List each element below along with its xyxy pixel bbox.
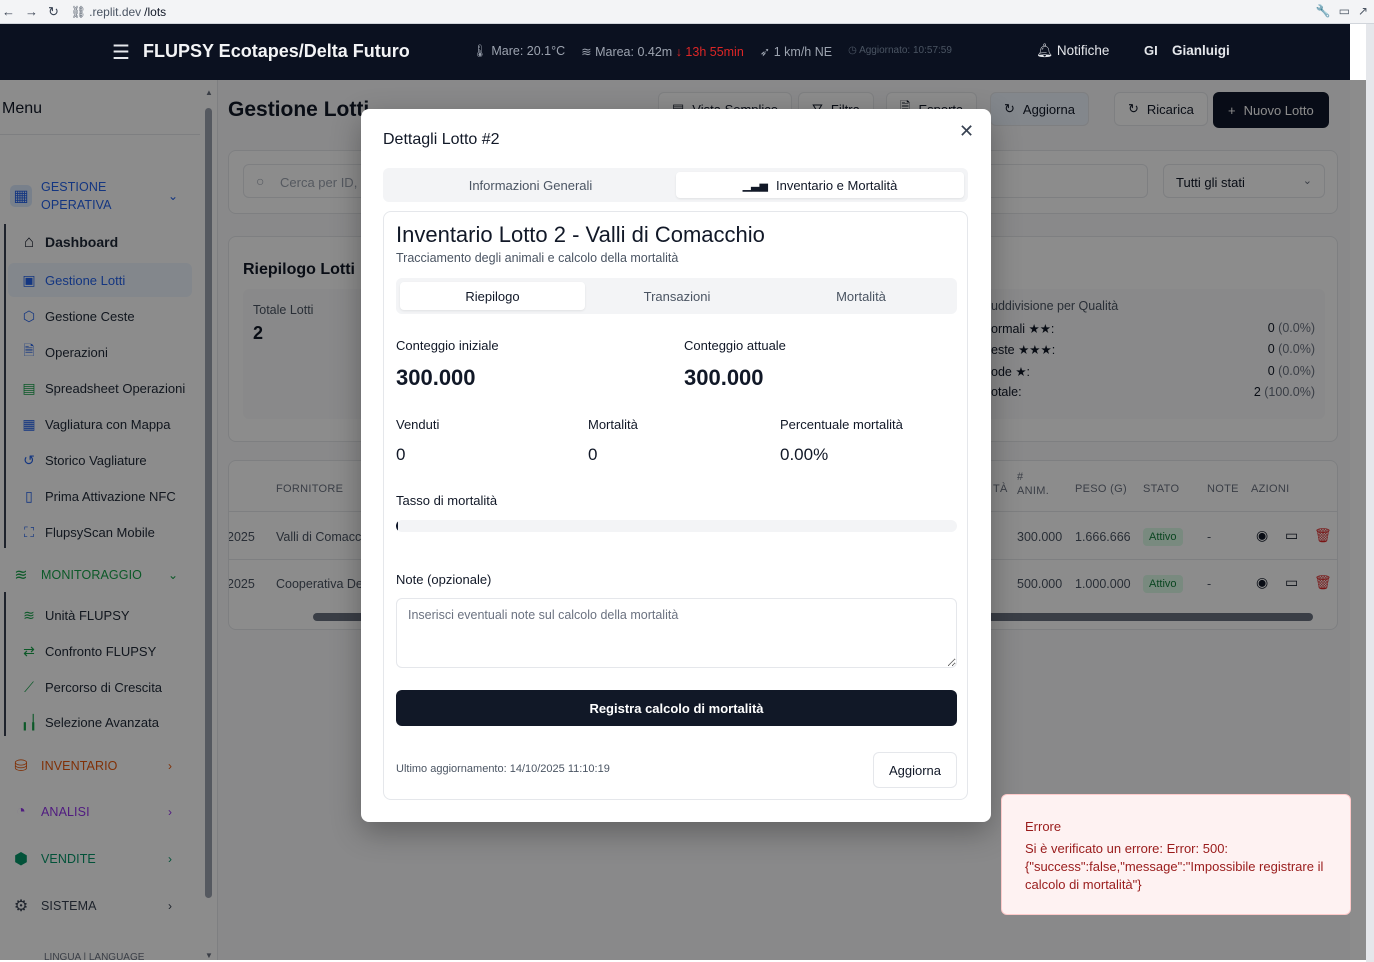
mortality-pct-label: Percentuale mortalità	[780, 417, 903, 432]
inventory-tabs: Riepilogo Transazioni Mortalità	[396, 278, 957, 314]
devices-icon[interactable]: ▭	[1339, 4, 1350, 18]
current-count-value: 300.000	[684, 365, 764, 390]
tab-transazioni[interactable]: Transazioni	[585, 282, 769, 310]
toast-title: Errore	[1025, 819, 1062, 834]
forward-icon[interactable]: →	[25, 4, 38, 20]
url-host: .replit.dev	[89, 4, 142, 19]
notifications-button[interactable]: 🔔︎ Notifiche	[1036, 43, 1109, 59]
reload-icon[interactable]: ↻	[48, 4, 59, 20]
back-icon[interactable]: ←	[2, 4, 15, 20]
mortality-pct-value: 0.00%	[780, 445, 829, 464]
browser-tools: 🔧 ▭ ↗	[1316, 4, 1368, 18]
tide-change: ↓ 13h 55min	[675, 45, 744, 59]
dialog-title: Dettagli Lotto #2	[383, 131, 500, 148]
browser-nav: ← → ↻	[0, 4, 59, 20]
thermometer-icon: 🌡︎	[472, 44, 492, 58]
mortality-rate-label: Tasso di mortalità	[396, 493, 498, 508]
mortality-label: Mortalità	[588, 417, 638, 432]
weather-bar: 🌡︎ Mare: 20.1°C ≋ Marea: 0.42m ↓ 13h 55m…	[472, 44, 952, 59]
waves-icon: ≋	[581, 45, 596, 59]
last-updated: ◷ Aggiornato: 10:57:59	[848, 45, 952, 56]
current-count-label: Conteggio attuale	[684, 338, 786, 353]
link-icon: ⛓	[70, 4, 87, 19]
inventory-subtitle: Tracciamento degli animali e calcolo del…	[396, 251, 679, 265]
register-mortality-button[interactable]: Registra calcolo di mortalità	[396, 690, 957, 726]
app-header: ☰ FLUPSY Ecotapes/Delta Futuro 🌡︎ Mare: …	[0, 24, 1350, 80]
lot-details-dialog: Dettagli Lotto #2 ✕ Informazioni General…	[361, 109, 991, 822]
window-edge	[1366, 24, 1374, 962]
initial-count-label: Conteggio iniziale	[396, 338, 499, 353]
hamburger-icon[interactable]: ☰	[112, 40, 130, 65]
bar-chart-icon: ▁▃▅	[742, 179, 768, 192]
toast-message: Si è verificato un errore: Error: 500: {…	[1025, 841, 1324, 892]
wind: ➶ 1 km/h NE	[759, 45, 833, 59]
app-title: FLUPSY Ecotapes/Delta Futuro	[143, 41, 410, 61]
sold-value: 0	[396, 445, 406, 464]
inventory-title: Inventario Lotto 2 - Valli di Comacchio	[396, 222, 765, 247]
bell-icon: 🔔︎	[1036, 43, 1057, 58]
browser-toolbar: ← → ↻ ⛓ .replit.dev/lots 🔧 ▭ ↗	[0, 0, 1374, 24]
tab-inventario-mortalita[interactable]: ▁▃▅ Inventario e Mortalità	[676, 172, 964, 198]
initial-count-value: 300.000	[396, 365, 476, 390]
wrench-icon[interactable]: 🔧	[1316, 4, 1331, 18]
tide: ≋ Marea: 0.42m ↓ 13h 55min	[581, 45, 744, 59]
mortality-rate-bar	[396, 520, 957, 532]
last-update-text: Ultimo aggiornamento: 14/10/2025 11:10:1…	[396, 763, 610, 775]
sea-temp: 🌡︎ Mare: 20.1°C	[472, 44, 566, 58]
close-icon[interactable]: ✕	[959, 121, 974, 142]
mortality-rate-fill	[396, 520, 398, 532]
dialog-tabs: Informazioni Generali ▁▃▅ Inventario e Mo…	[383, 168, 968, 202]
tab-informazioni-generali[interactable]: Informazioni Generali	[387, 172, 674, 198]
sold-label: Venduti	[396, 417, 440, 432]
address-bar[interactable]: ⛓ .replit.dev/lots	[71, 5, 166, 19]
navigation-icon: ➶	[759, 45, 774, 59]
url-path: /lots	[144, 4, 167, 19]
user-name[interactable]: Gianluigi	[1172, 43, 1230, 58]
error-toast[interactable]: Errore Si è verificato un errore: Error:…	[1001, 794, 1351, 915]
tab-mortalita[interactable]: Mortalità	[769, 282, 953, 310]
refresh-button[interactable]: Aggiorna	[873, 752, 957, 788]
notes-textarea[interactable]	[396, 598, 957, 668]
external-link-icon[interactable]: ↗	[1358, 4, 1368, 18]
avatar[interactable]: GI	[1144, 43, 1158, 58]
notes-label: Note (opzionale)	[396, 572, 492, 587]
mortality-value: 0	[588, 445, 598, 464]
inventory-card: Inventario Lotto 2 - Valli di Comacchio …	[383, 211, 968, 800]
tab-riepilogo[interactable]: Riepilogo	[400, 282, 585, 310]
clock-icon: ◷	[848, 45, 860, 56]
